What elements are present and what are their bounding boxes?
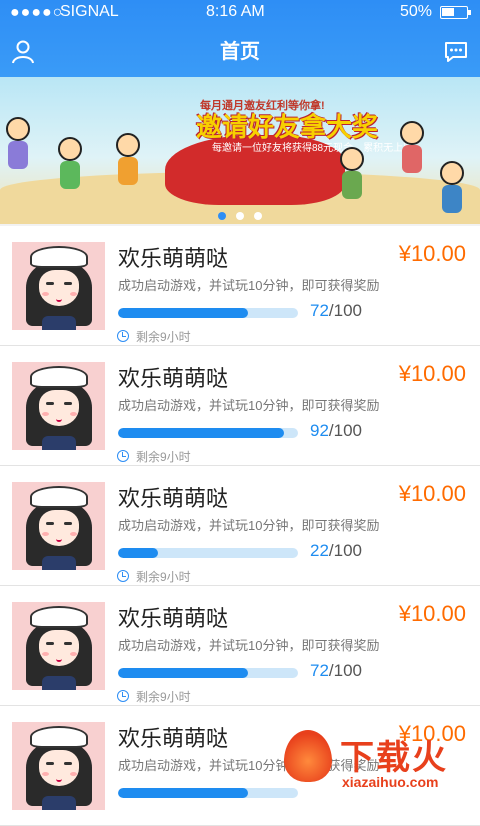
alarm-clock-icon xyxy=(117,570,129,582)
game-avatar xyxy=(12,362,105,450)
alarm-clock-icon xyxy=(117,450,129,462)
progress-total: /100 xyxy=(328,421,363,440)
watermark-logo: 下载火 xiazaihuo.com xyxy=(282,722,472,796)
task-card[interactable]: 欢乐萌萌哒 ¥10.00 成功启动游戏，并试玩10分钟，即可获得奖励 22/10… xyxy=(0,466,480,586)
task-title: 欢乐萌萌哒 xyxy=(118,726,229,751)
clock-time: 8:16 AM xyxy=(206,3,265,20)
flame-icon xyxy=(284,730,332,782)
game-avatar xyxy=(12,722,105,810)
kid-illustration xyxy=(116,133,140,185)
task-reward: ¥10.00 xyxy=(398,241,466,266)
progress-bar xyxy=(118,428,298,438)
game-avatar xyxy=(12,242,105,330)
carrier-name: SIGNAL xyxy=(60,3,119,20)
kid-illustration xyxy=(400,121,424,173)
task-title: 欢乐萌萌哒 xyxy=(118,606,229,631)
alarm-clock-icon xyxy=(117,690,129,702)
task-description: 成功启动游戏，并试玩10分钟，即可获得奖励 xyxy=(118,638,380,653)
progress-bar xyxy=(118,788,298,798)
task-title: 欢乐萌萌哒 xyxy=(118,366,229,391)
progress-count: 72/100 xyxy=(310,301,362,321)
progress-count: 92/100 xyxy=(310,421,362,441)
progress-done: 72 xyxy=(310,301,329,320)
pager-dot[interactable] xyxy=(254,212,262,220)
task-reward: ¥10.00 xyxy=(398,601,466,626)
chat-icon[interactable] xyxy=(444,41,468,63)
progress-total: /100 xyxy=(328,661,363,680)
progress-total: /100 xyxy=(328,541,363,560)
top-bar: ●●●●○ SIGNAL 8:16 AM 50% 首页 xyxy=(0,0,480,77)
progress-fill xyxy=(118,428,284,438)
progress-total: /100 xyxy=(328,301,363,320)
progress-count: 22/100 xyxy=(310,541,362,561)
task-card[interactable]: 欢乐萌萌哒 ¥10.00 成功启动游戏，并试玩10分钟，即可获得奖励 72/10… xyxy=(0,586,480,706)
task-title: 欢乐萌萌哒 xyxy=(118,486,229,511)
game-avatar xyxy=(12,482,105,570)
task-description: 成功启动游戏，并试玩10分钟，即可获得奖励 xyxy=(118,518,380,533)
kid-illustration xyxy=(340,147,364,199)
watermark-text: 下载火 xyxy=(340,739,448,777)
watermark-url: xiazaihuo.com xyxy=(342,774,439,790)
kid-illustration xyxy=(440,161,464,213)
task-description: 成功启动游戏，并试玩10分钟，即可获得奖励 xyxy=(118,398,380,413)
progress-done: 72 xyxy=(310,661,329,680)
pager-dot[interactable] xyxy=(236,212,244,220)
signal-strength-icon: ●●●●○ xyxy=(10,4,64,21)
battery-percent: 50% xyxy=(399,3,432,20)
time-remaining: 剩余9小时 xyxy=(136,690,191,704)
pager-dot[interactable] xyxy=(218,212,226,220)
progress-bar xyxy=(118,548,298,558)
time-remaining: 剩余9小时 xyxy=(136,570,191,584)
task-card[interactable]: 欢乐萌萌哒 ¥10.00 成功启动游戏，并试玩10分钟，即可获得奖励 92/10… xyxy=(0,346,480,466)
progress-fill xyxy=(118,668,248,678)
task-card[interactable]: 欢乐萌萌哒 ¥10.00 成功启动游戏，并试玩10分钟，即可获得奖励 72/10… xyxy=(0,226,480,346)
status-bar: ●●●●○ SIGNAL 8:16 AM 50% xyxy=(0,0,480,24)
kid-illustration xyxy=(6,117,30,169)
time-remaining: 剩余9小时 xyxy=(136,450,191,464)
banner-subline: 每邀请一位好友将获得88元现金，累积无上限! xyxy=(212,143,416,154)
banner-pager[interactable] xyxy=(0,207,480,225)
progress-done: 22 xyxy=(310,541,329,560)
promo-banner[interactable]: 每月通月邀友红利等你拿! 邀请好友拿大奖 每邀请一位好友将获得88元现金，累积无… xyxy=(0,77,480,224)
progress-fill xyxy=(118,788,248,798)
progress-fill xyxy=(118,548,158,558)
progress-fill xyxy=(118,308,248,318)
progress-count: 72/100 xyxy=(310,661,362,681)
progress-done: 92 xyxy=(310,421,329,440)
task-description: 成功启动游戏，并试玩10分钟，即可获得奖励 xyxy=(118,278,380,293)
task-title: 欢乐萌萌哒 xyxy=(118,246,229,271)
progress-bar xyxy=(118,668,298,678)
kid-illustration xyxy=(58,137,82,189)
progress-bar xyxy=(118,308,298,318)
page-title: 首页 xyxy=(220,41,260,63)
alarm-clock-icon xyxy=(117,330,129,342)
game-avatar xyxy=(12,602,105,690)
time-remaining: 剩余9小时 xyxy=(136,330,191,344)
battery-fill xyxy=(442,8,454,16)
battery-icon xyxy=(440,6,471,19)
task-reward: ¥10.00 xyxy=(398,361,466,386)
task-reward: ¥10.00 xyxy=(398,481,466,506)
